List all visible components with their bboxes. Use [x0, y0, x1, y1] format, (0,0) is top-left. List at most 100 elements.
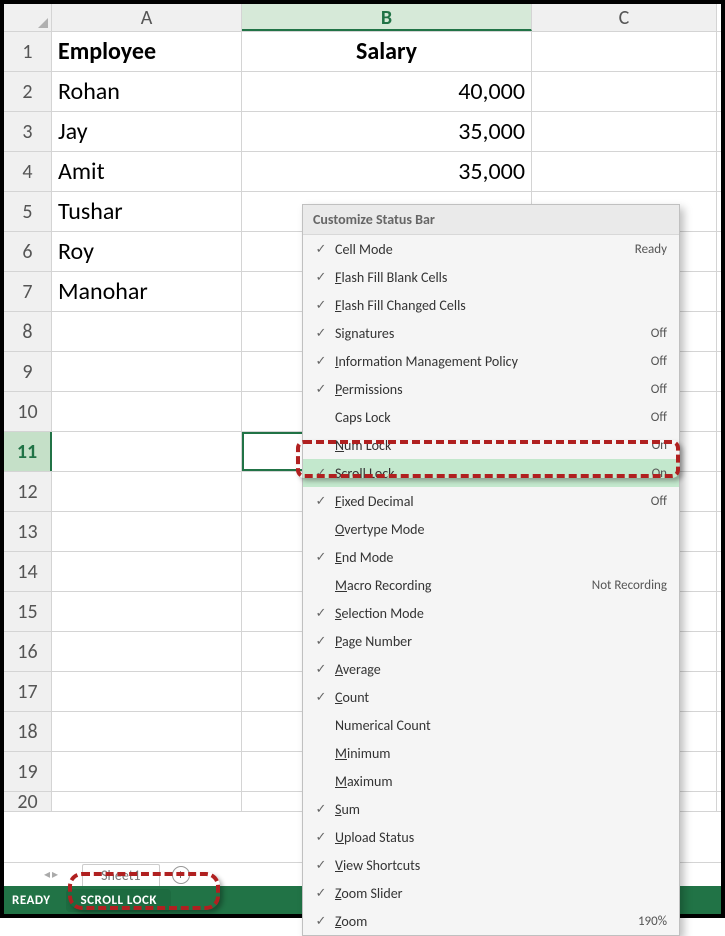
menu-item-value: Off	[651, 326, 667, 341]
row-header[interactable]: 6	[4, 232, 52, 271]
cell[interactable]	[532, 72, 717, 111]
cell[interactable]: Roy	[52, 232, 242, 271]
menu-item[interactable]: ✓Information Management PolicyOff	[303, 347, 679, 375]
menu-item[interactable]: Minimum	[303, 739, 679, 767]
cell[interactable]: Rohan	[52, 72, 242, 111]
row: 3Jay35,000	[4, 112, 721, 152]
row-header[interactable]: 2	[4, 72, 52, 111]
check-icon: ✓	[311, 242, 331, 257]
col-header-B[interactable]: B	[242, 4, 532, 31]
menu-item[interactable]: Caps LockOff	[303, 403, 679, 431]
row-header[interactable]: 20	[4, 792, 52, 811]
cell[interactable]	[52, 592, 242, 631]
menu-item[interactable]: ✓End Mode	[303, 543, 679, 571]
row-header[interactable]: 14	[4, 552, 52, 591]
menu-item-label: Macro Recording	[331, 577, 592, 594]
menu-item[interactable]: ✓Sum	[303, 795, 679, 823]
menu-item-label: View Shortcuts	[331, 857, 667, 874]
menu-item-value: 190%	[638, 914, 667, 929]
menu-item[interactable]: ✓Average	[303, 655, 679, 683]
cell[interactable]	[52, 392, 242, 431]
cell[interactable]: Employee	[52, 32, 242, 71]
menu-item-value: Off	[651, 382, 667, 397]
menu-item-label: Information Management Policy	[331, 353, 651, 370]
check-icon: ✓	[311, 270, 331, 285]
row-header[interactable]: 3	[4, 112, 52, 151]
check-icon: ✓	[311, 690, 331, 705]
row-header[interactable]: 18	[4, 712, 52, 751]
row-header[interactable]: 7	[4, 272, 52, 311]
cell[interactable]	[52, 352, 242, 391]
menu-item[interactable]: Macro RecordingNot Recording	[303, 571, 679, 599]
check-icon: ✓	[311, 382, 331, 397]
menu-item[interactable]: ✓SignaturesOff	[303, 319, 679, 347]
cell[interactable]: Jay	[52, 112, 242, 151]
menu-item[interactable]: ✓Count	[303, 683, 679, 711]
row-header[interactable]: 1	[4, 32, 52, 71]
menu-item[interactable]: ✓Scroll LockOn	[303, 459, 679, 487]
row-header[interactable]: 10	[4, 392, 52, 431]
menu-item-label: Fixed Decimal	[331, 493, 651, 510]
menu-item[interactable]: Maximum	[303, 767, 679, 795]
col-header-C[interactable]: C	[532, 4, 717, 31]
menu-item[interactable]: ✓Zoom190%	[303, 907, 679, 935]
cell[interactable]: Tushar	[52, 192, 242, 231]
row-header[interactable]: 5	[4, 192, 52, 231]
menu-item[interactable]: ✓Flash Fill Changed Cells	[303, 291, 679, 319]
cell[interactable]: 40,000	[242, 72, 532, 111]
menu-item[interactable]: ✓PermissionsOff	[303, 375, 679, 403]
cell[interactable]	[52, 712, 242, 751]
cell[interactable]	[52, 312, 242, 351]
col-header-A[interactable]: A	[52, 4, 242, 31]
menu-item[interactable]: ✓Page Number	[303, 627, 679, 655]
row-header[interactable]: 15	[4, 592, 52, 631]
menu-item[interactable]: ✓Selection Mode	[303, 599, 679, 627]
cell[interactable]: Salary	[242, 32, 532, 71]
menu-item[interactable]: ✓Cell ModeReady	[303, 235, 679, 263]
row-header[interactable]: 9	[4, 352, 52, 391]
row-header[interactable]: 13	[4, 512, 52, 551]
menu-item[interactable]: ✓Flash Fill Blank Cells	[303, 263, 679, 291]
menu-item[interactable]: ✓Upload Status	[303, 823, 679, 851]
sheet-tab[interactable]: Sheet1	[82, 864, 159, 886]
menu-item-value: Off	[651, 494, 667, 509]
menu-item-label: Zoom	[331, 913, 638, 930]
check-icon: ✓	[311, 606, 331, 621]
cell[interactable]	[52, 432, 242, 471]
cell[interactable]	[532, 152, 717, 191]
menu-item[interactable]: Num LockOn	[303, 431, 679, 459]
cell[interactable]	[532, 32, 717, 71]
cell[interactable]	[532, 112, 717, 151]
menu-item-value: Off	[651, 410, 667, 425]
row-header[interactable]: 19	[4, 752, 52, 791]
cell[interactable]: 35,000	[242, 152, 532, 191]
cell[interactable]	[52, 792, 242, 811]
check-icon: ✓	[311, 494, 331, 509]
menu-item-label: Cell Mode	[331, 241, 635, 258]
menu-item[interactable]: ✓View Shortcuts	[303, 851, 679, 879]
add-sheet-button[interactable]: +	[172, 866, 190, 884]
cell[interactable]: Manohar	[52, 272, 242, 311]
cell[interactable]	[52, 472, 242, 511]
menu-item[interactable]: ✓Zoom Slider	[303, 879, 679, 907]
row-header[interactable]: 17	[4, 672, 52, 711]
cell[interactable]: 35,000	[242, 112, 532, 151]
cell[interactable]: Amit	[52, 152, 242, 191]
menu-item[interactable]: Numerical Count	[303, 711, 679, 739]
cell[interactable]	[52, 752, 242, 791]
check-icon: ✓	[311, 298, 331, 313]
menu-item[interactable]: ✓Fixed DecimalOff	[303, 487, 679, 515]
cell[interactable]	[52, 632, 242, 671]
row-header[interactable]: 16	[4, 632, 52, 671]
select-all-corner[interactable]	[4, 4, 52, 31]
cell[interactable]	[52, 512, 242, 551]
row-header[interactable]: 11	[4, 432, 52, 471]
tab-nav-arrows[interactable]: ◂▸	[44, 867, 58, 882]
cell[interactable]	[52, 672, 242, 711]
row-header[interactable]: 12	[4, 472, 52, 511]
row-header[interactable]: 8	[4, 312, 52, 351]
row-header[interactable]: 4	[4, 152, 52, 191]
cell[interactable]	[52, 552, 242, 591]
menu-item[interactable]: Overtype Mode	[303, 515, 679, 543]
check-icon: ✓	[311, 858, 331, 873]
